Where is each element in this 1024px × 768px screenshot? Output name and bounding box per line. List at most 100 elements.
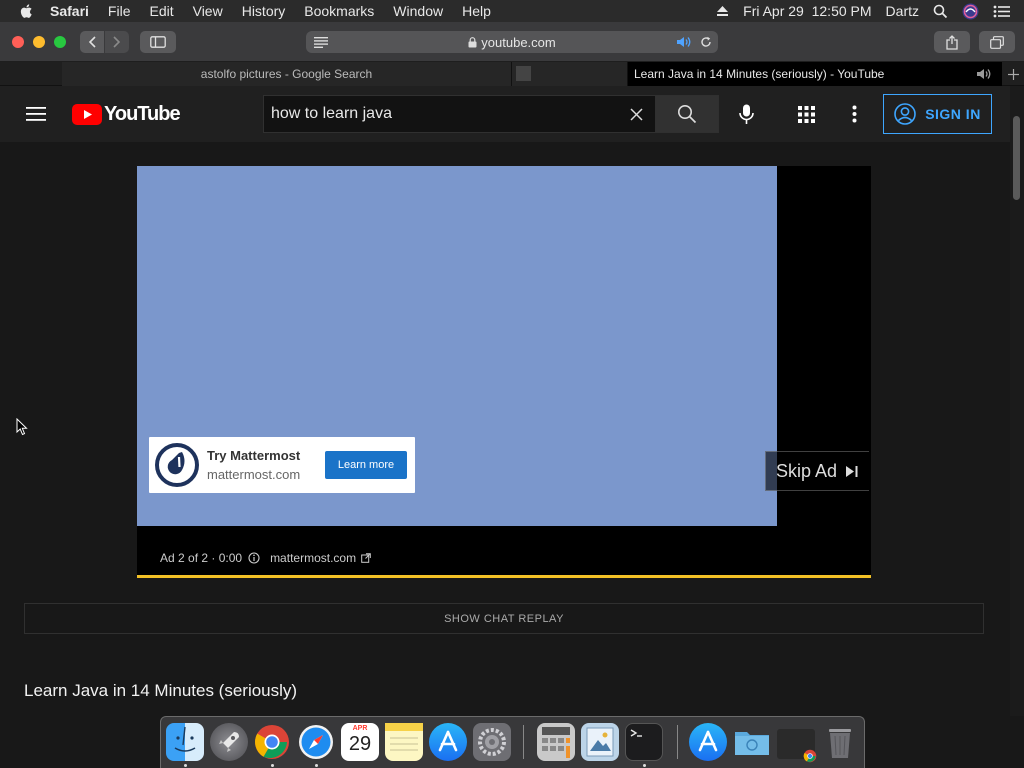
- notification-center-icon[interactable]: [993, 5, 1010, 18]
- downloads-folder-icon[interactable]: [733, 723, 771, 761]
- forward-button[interactable]: [105, 31, 129, 53]
- menubar-user[interactable]: Dartz: [886, 3, 919, 19]
- menubar-datetime[interactable]: Fri Apr 29 12:50 PM: [743, 3, 871, 19]
- page-scrollbar[interactable]: [1010, 86, 1024, 716]
- menu-help[interactable]: Help: [462, 3, 491, 19]
- learn-more-button[interactable]: Learn more: [325, 451, 407, 479]
- skip-ad-button[interactable]: Skip Ad: [765, 451, 869, 491]
- terminal-running-indicator: [643, 764, 646, 767]
- safari-toolbar: youtube.com: [0, 22, 1024, 62]
- terminal-icon[interactable]: [625, 723, 663, 761]
- youtube-play-logo-icon: [72, 104, 102, 125]
- apple-icon[interactable]: [18, 2, 36, 20]
- safari-compass-icon: [299, 725, 333, 759]
- chrome-badge-icon: [803, 749, 817, 763]
- finder-running-indicator: [184, 764, 187, 767]
- sidebar-toggle-button[interactable]: [140, 31, 176, 53]
- skip-ad-label: Skip Ad: [775, 460, 838, 481]
- chrome-running-indicator: [271, 764, 274, 767]
- ad-info-bar: Ad 2 of 2 · 0:00 mattermost.com: [160, 551, 371, 565]
- search-query-text: how to learn java: [271, 105, 392, 122]
- calculator-icon[interactable]: [537, 723, 575, 761]
- search-input[interactable]: how to learn java: [263, 95, 655, 133]
- reload-icon[interactable]: [700, 36, 712, 48]
- menu-view[interactable]: View: [193, 3, 223, 19]
- window-close-button[interactable]: [12, 36, 24, 48]
- share-icon: [946, 34, 958, 50]
- menu-app-safari[interactable]: Safari: [50, 3, 89, 19]
- menu-bookmarks[interactable]: Bookmarks: [304, 3, 374, 19]
- app-store-icon[interactable]: [429, 723, 467, 761]
- chrome-icon[interactable]: [253, 723, 291, 761]
- spotlight-search-icon[interactable]: [933, 4, 948, 19]
- clear-search-icon[interactable]: [630, 107, 643, 121]
- tab-blank[interactable]: [512, 62, 628, 86]
- address-url: youtube.com: [481, 34, 556, 50]
- back-button[interactable]: [80, 31, 104, 53]
- tab-bar: astolfo pictures - Google Search Learn J…: [0, 62, 1024, 86]
- notes-lines-icon: [385, 723, 423, 751]
- tab-title: astolfo pictures - Google Search: [200, 67, 373, 81]
- scrollbar-thumb[interactable]: [1013, 116, 1020, 200]
- show-chat-replay-button[interactable]: SHOW CHAT REPLAY: [24, 603, 984, 634]
- preview-icon[interactable]: [581, 723, 619, 761]
- chrome-window-icon[interactable]: [777, 729, 817, 763]
- notes-icon[interactable]: [385, 723, 423, 761]
- skip-next-icon: [846, 465, 858, 477]
- search-icon: [678, 105, 697, 124]
- app-store-folder-icon[interactable]: [689, 723, 727, 761]
- search-button[interactable]: [655, 95, 719, 133]
- preview-photo-icon: [586, 727, 614, 757]
- video-player[interactable]: Try Mattermost mattermost.com Learn more…: [137, 166, 871, 578]
- ad-domain[interactable]: mattermost.com: [207, 467, 300, 482]
- menu-history[interactable]: History: [242, 3, 286, 19]
- youtube-logo[interactable]: YouTube: [72, 103, 181, 126]
- calendar-icon[interactable]: APR 29: [341, 723, 379, 761]
- window-minimize-button[interactable]: [33, 36, 45, 48]
- tab-favicon: [516, 66, 531, 81]
- hamburger-menu-icon[interactable]: [26, 106, 46, 122]
- address-bar[interactable]: youtube.com: [306, 31, 718, 53]
- ad-title[interactable]: Try Mattermost: [207, 448, 300, 463]
- calendar-month: APR: [352, 725, 368, 732]
- trash-icon[interactable]: [821, 723, 859, 761]
- plus-icon: [1007, 68, 1019, 80]
- system-preferences-icon[interactable]: [473, 723, 511, 761]
- sidebar-icon: [150, 36, 166, 48]
- window-zoom-button[interactable]: [54, 36, 66, 48]
- youtube-header: YouTube how to learn java SIGN IN: [0, 86, 1010, 142]
- more-options-icon[interactable]: [852, 105, 857, 123]
- ad-advertiser-link[interactable]: mattermost.com: [270, 551, 356, 565]
- tab-mute-icon[interactable]: [976, 68, 992, 80]
- menu-file[interactable]: File: [108, 3, 131, 19]
- ad-progress-bar[interactable]: [137, 575, 871, 578]
- sign-in-button[interactable]: SIGN IN: [883, 94, 992, 134]
- menu-window[interactable]: Window: [393, 3, 443, 19]
- tab-overview-button[interactable]: [979, 31, 1015, 53]
- external-link-icon[interactable]: [361, 553, 371, 563]
- ad-overlay-card[interactable]: Try Mattermost mattermost.com Learn more: [149, 437, 415, 493]
- eject-icon[interactable]: [716, 5, 729, 17]
- menu-edit[interactable]: Edit: [149, 3, 173, 19]
- gear-icon: [478, 728, 506, 756]
- microphone-icon[interactable]: [739, 104, 754, 125]
- share-button[interactable]: [934, 31, 970, 53]
- sign-in-label: SIGN IN: [925, 106, 981, 122]
- speaker-audio-icon[interactable]: [676, 36, 692, 48]
- finder-icon[interactable]: [166, 723, 204, 761]
- siri-icon[interactable]: [962, 3, 979, 20]
- safari-icon[interactable]: [297, 723, 335, 761]
- chevron-left-icon: [88, 36, 96, 48]
- launchpad-icon[interactable]: [210, 723, 248, 761]
- ad-position-text: Ad 2 of 2 · 0:00: [160, 551, 243, 565]
- new-tab-button[interactable]: [1002, 62, 1024, 86]
- reader-view-icon[interactable]: [314, 36, 328, 48]
- tab-overview-icon: [990, 35, 1004, 49]
- tab-google-search[interactable]: astolfo pictures - Google Search: [62, 62, 512, 86]
- video-title: Learn Java in 14 Minutes (seriously): [24, 681, 298, 700]
- lock-icon: [468, 36, 477, 47]
- info-icon[interactable]: [248, 552, 260, 564]
- tab-youtube[interactable]: Learn Java in 14 Minutes (seriously) - Y…: [628, 62, 1002, 86]
- dock-separator: [677, 725, 678, 759]
- apps-grid-icon[interactable]: [798, 106, 815, 123]
